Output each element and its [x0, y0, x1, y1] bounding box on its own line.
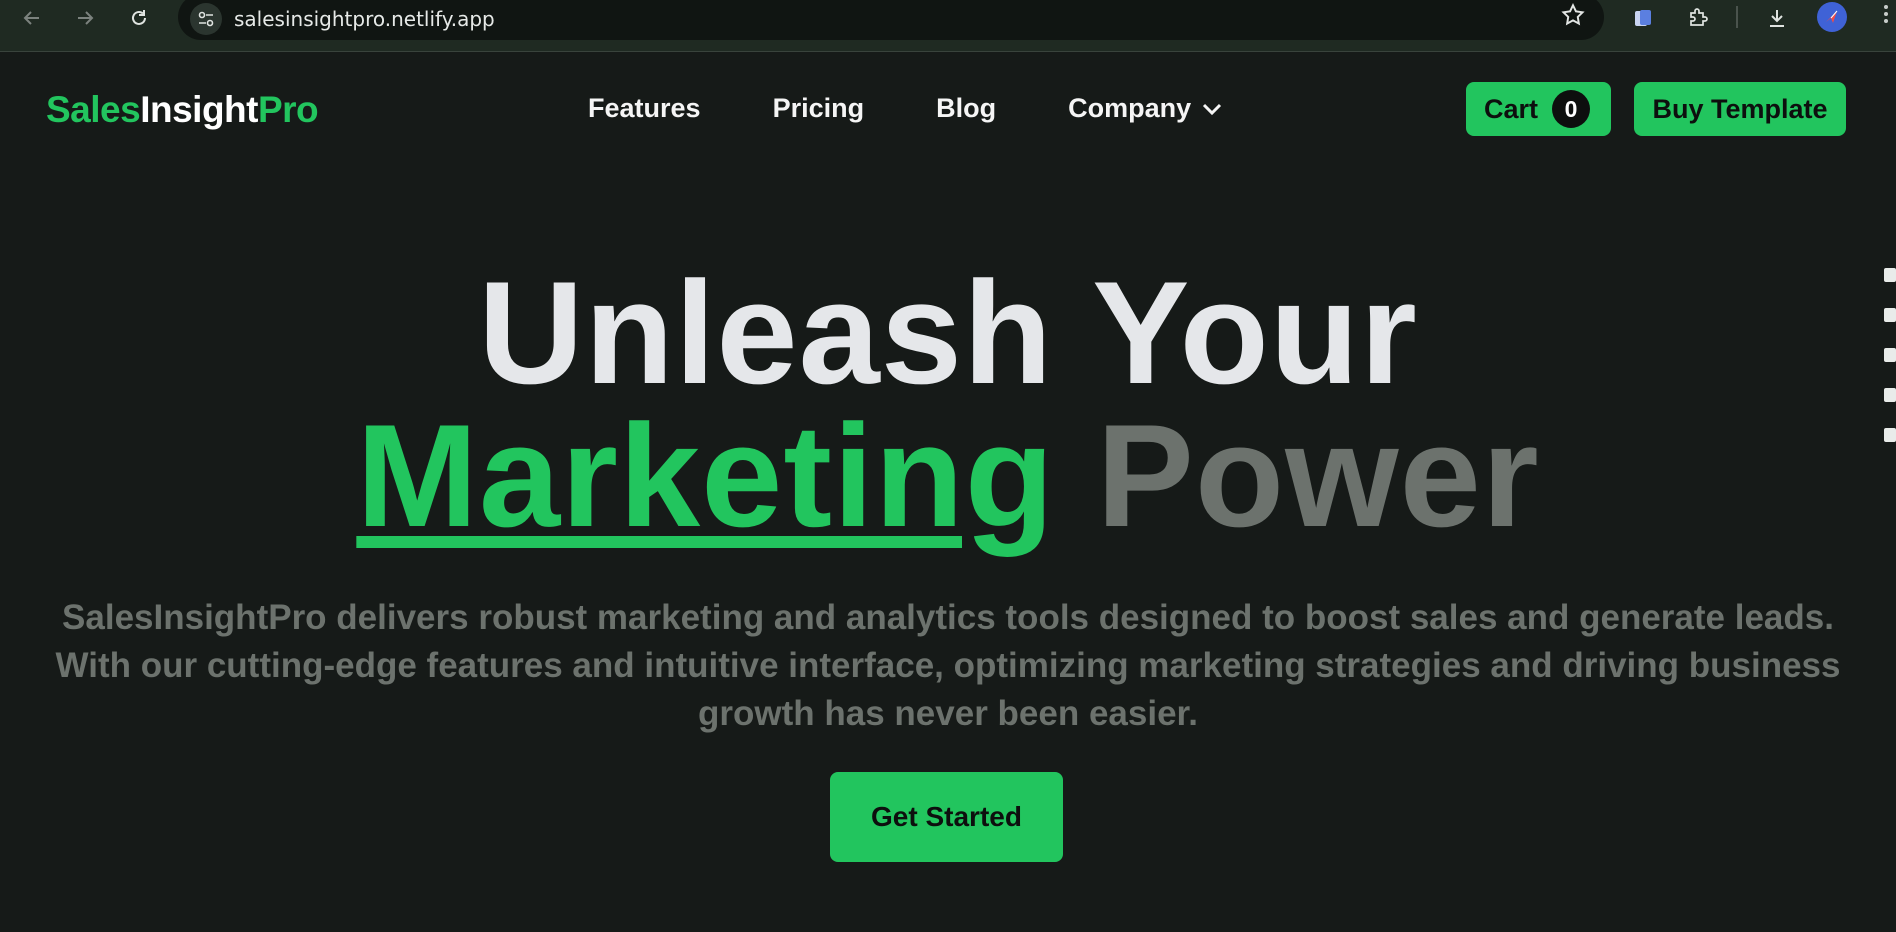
get-started-button[interactable]: Get Started	[830, 772, 1063, 862]
nav-features[interactable]: Features	[588, 93, 701, 124]
nav-pricing[interactable]: Pricing	[773, 93, 865, 124]
site-settings-icon[interactable]	[190, 3, 222, 35]
side-tool-settings-icon[interactable]	[1884, 428, 1896, 442]
browser-toolbar: salesinsightpro.netlify.app	[0, 0, 1896, 52]
cart-count-badge: 0	[1552, 90, 1591, 128]
nav-blog[interactable]: Blog	[936, 93, 996, 124]
cart-label: Cart	[1484, 93, 1539, 124]
url-text[interactable]: salesinsightpro.netlify.app	[234, 7, 495, 31]
hero-highlight-word: Marketing	[356, 394, 1055, 557]
address-bar[interactable]: salesinsightpro.netlify.app	[178, 0, 1604, 40]
forward-arrow-icon[interactable]	[70, 3, 100, 33]
logo-part-insight: Insight	[140, 89, 258, 130]
bookmark-star-icon[interactable]	[1560, 2, 1586, 33]
sidebar-extension-icon[interactable]	[1628, 3, 1658, 33]
chevron-down-icon	[1203, 103, 1222, 115]
nav-company-label: Company	[1068, 93, 1192, 123]
download-icon[interactable]	[1762, 3, 1792, 33]
side-tool-screenshot-icon[interactable]	[1884, 308, 1896, 322]
reload-icon[interactable]	[124, 3, 154, 33]
buy-template-button[interactable]: Buy Template	[1634, 82, 1846, 136]
back-arrow-icon[interactable]	[17, 3, 47, 33]
site-logo[interactable]: SalesInsightPro	[46, 89, 319, 131]
main-nav: Features Pricing Blog Company	[588, 93, 1223, 124]
floating-side-toolbar[interactable]	[1884, 268, 1896, 448]
nav-company[interactable]: Company	[1068, 93, 1223, 124]
cart-button[interactable]: Cart 0	[1466, 82, 1611, 136]
hero-description: SalesInsightPro delivers robust marketin…	[55, 598, 1841, 733]
side-tool-square-icon[interactable]	[1884, 348, 1896, 362]
hero-title-line1: Unleash Your	[478, 251, 1418, 414]
side-tool-edit-icon[interactable]	[1884, 268, 1896, 282]
side-tool-copy-icon[interactable]	[1884, 388, 1896, 402]
more-menu-icon[interactable]	[1880, 2, 1892, 32]
hero-title-power: Power	[1096, 394, 1540, 557]
toolbar-divider	[1736, 6, 1738, 28]
logo-part-sales: Sales	[46, 89, 141, 130]
profile-avatar-icon[interactable]	[1817, 2, 1847, 32]
hero-title-line2: Marketing Power	[0, 401, 1896, 551]
extensions-puzzle-icon[interactable]	[1683, 3, 1713, 33]
logo-part-pro: Pro	[257, 89, 319, 130]
